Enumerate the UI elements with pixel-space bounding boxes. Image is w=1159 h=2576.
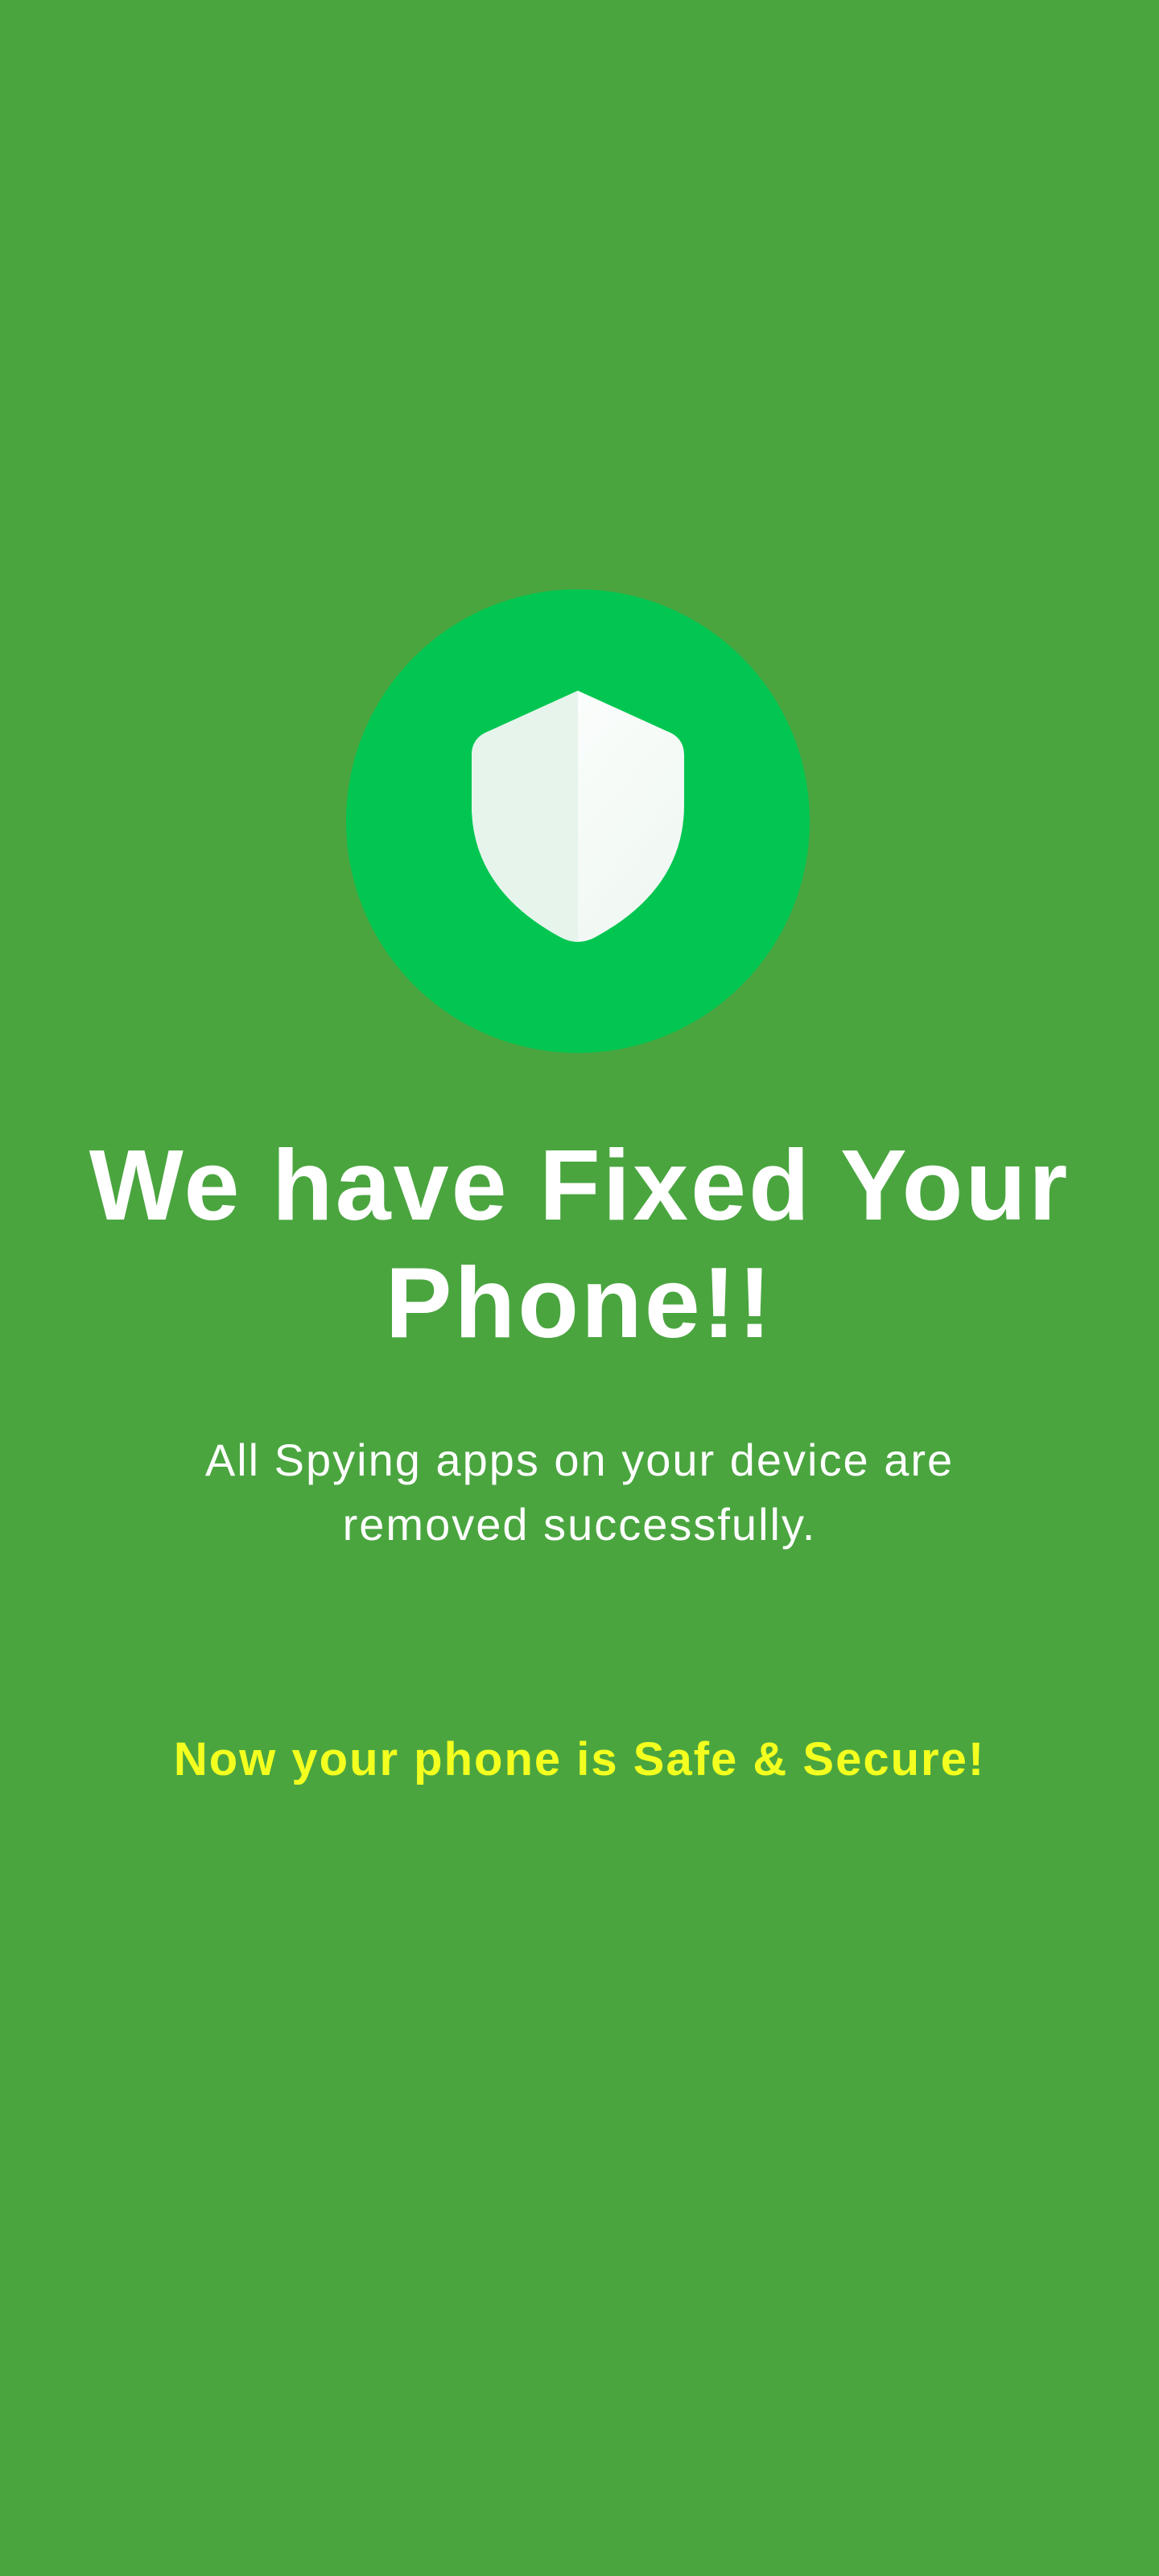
safe-status-message: Now your phone is Safe & Secure!	[173, 1733, 986, 1785]
success-screen: We have Fixed Your Phone!! All Spying ap…	[0, 0, 1159, 2576]
shield-badge	[346, 589, 810, 1053]
success-description: All Spying apps on your device are remov…	[204, 1435, 955, 1550]
shield-icon	[472, 691, 684, 942]
page-title: We have Fixed Your Phone!!	[89, 1130, 1070, 1359]
